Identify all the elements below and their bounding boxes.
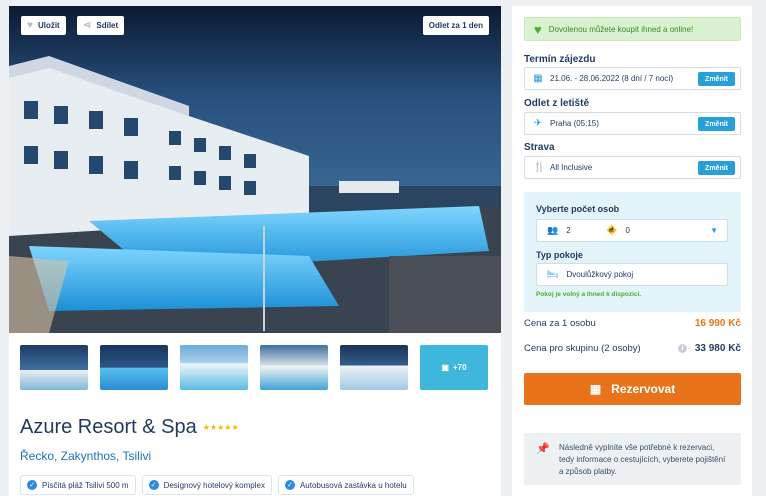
children-count: 0 bbox=[625, 226, 630, 235]
term-field[interactable]: ▦ 21.06. - 28.06.2022 (8 dní / 7 nocí) Z… bbox=[524, 67, 741, 90]
heart-icon: ♥ bbox=[27, 20, 33, 31]
gallery-icon: ▣ bbox=[441, 363, 449, 372]
board-label: Strava bbox=[524, 142, 555, 153]
heart-icon: ♥ bbox=[534, 21, 542, 37]
plane-icon: ✈ bbox=[533, 118, 543, 129]
more-photos-button[interactable]: ▣ +70 bbox=[420, 345, 488, 390]
thumbnail-strip: ▣ +70 bbox=[20, 345, 488, 390]
price-group-row: Cena pro skupinu (2 osoby) i 33 980 Kč bbox=[524, 343, 741, 354]
adults-icon: 👥 bbox=[547, 225, 559, 235]
change-airport-button[interactable]: Změnit bbox=[698, 117, 735, 131]
term-label: Termín zájezdu bbox=[524, 54, 596, 65]
booking-note: 📌 Následně vyplníte vše potřebné k rezer… bbox=[524, 433, 741, 485]
feature-tag: ✓ Písčitá pláž Tsilivi 500 m bbox=[20, 475, 136, 495]
share-button[interactable]: ⋖ Sdílet bbox=[77, 16, 125, 35]
thumbnail[interactable] bbox=[180, 345, 248, 390]
feature-tag: ✓ Autobusová zastávka u hotelu bbox=[277, 475, 414, 495]
airport-field[interactable]: ✈ Praha (05:15) Změnit bbox=[524, 112, 741, 135]
reserve-button[interactable]: ▦ Rezervovat bbox=[524, 373, 741, 405]
hotel-night-photo bbox=[9, 6, 501, 333]
booking-panel: ♥ Dovolenou můžete koupit ihned a online… bbox=[512, 6, 752, 496]
feature-tag: ✓ Designový hotelový komplex bbox=[141, 475, 272, 495]
hotel-panel: ♥ Uložit ⋖ Sdílet Odlet za 1 den ▣ +70 A… bbox=[9, 6, 501, 496]
change-board-button[interactable]: Změnit bbox=[698, 161, 735, 175]
board-field[interactable]: 🍴 All Inclusive Změnit bbox=[524, 156, 741, 179]
food-icon: 🍴 bbox=[533, 162, 546, 173]
thumbnail[interactable] bbox=[100, 345, 168, 390]
persons-label: Vyberte počet osob bbox=[536, 204, 620, 214]
bed-icon: 🛏 bbox=[547, 269, 559, 279]
adults-count: 2 bbox=[566, 226, 571, 235]
room-availability: Pokoj je volný a ihned k dispozici. bbox=[536, 291, 642, 298]
info-icon[interactable]: i bbox=[677, 344, 687, 353]
price-per-person-row: Cena za 1 osobu 16 990 Kč bbox=[524, 318, 741, 329]
persons-box: Vyberte počet osob 👥 2 🚸 0 ▼ Typ pokoje … bbox=[524, 192, 741, 312]
hotel-location[interactable]: Řecko, Zakynthos, Tsilivi bbox=[20, 449, 151, 463]
hotel-name: Azure Resort & Spa bbox=[20, 416, 197, 438]
persons-select[interactable]: 👥 2 🚸 0 ▼ bbox=[536, 219, 728, 242]
departure-badge: Odlet za 1 den bbox=[422, 16, 489, 35]
save-button[interactable]: ♥ Uložit bbox=[21, 16, 66, 35]
price-per-person: 16 990 Kč bbox=[694, 318, 741, 329]
calendar-icon: ▦ bbox=[589, 382, 602, 396]
check-icon: ✓ bbox=[284, 480, 295, 490]
chevron-down-icon: ▼ bbox=[710, 226, 718, 235]
thumbnail[interactable] bbox=[260, 345, 328, 390]
change-term-button[interactable]: Změnit bbox=[698, 72, 735, 86]
star-rating: ★★★★★ bbox=[202, 423, 239, 432]
room-label: Typ pokoje bbox=[536, 250, 583, 260]
check-icon: ✓ bbox=[27, 480, 37, 490]
hotel-title: Azure Resort & Spa ★★★★★ bbox=[20, 416, 239, 439]
thumbnail[interactable] bbox=[20, 345, 88, 390]
pin-icon: 📌 bbox=[536, 443, 550, 455]
price-group: 33 980 Kč bbox=[694, 343, 741, 354]
calendar-icon: ▦ bbox=[533, 73, 543, 84]
thumbnail[interactable] bbox=[340, 345, 408, 390]
airport-label: Odlet z letiště bbox=[524, 98, 590, 109]
feature-list: ✓ Písčitá pláž Tsilivi 500 m ✓ Designový… bbox=[20, 475, 414, 495]
check-icon: ✓ bbox=[148, 480, 159, 490]
child-icon: 🚸 bbox=[606, 225, 618, 235]
share-icon: ⋖ bbox=[83, 20, 92, 31]
room-select[interactable]: 🛏 Dvoulůžkový pokoj bbox=[536, 263, 728, 286]
hero-photo[interactable]: ♥ Uložit ⋖ Sdílet Odlet za 1 den bbox=[9, 6, 501, 333]
online-notice: ♥ Dovolenou můžete koupit ihned a online… bbox=[524, 17, 741, 41]
